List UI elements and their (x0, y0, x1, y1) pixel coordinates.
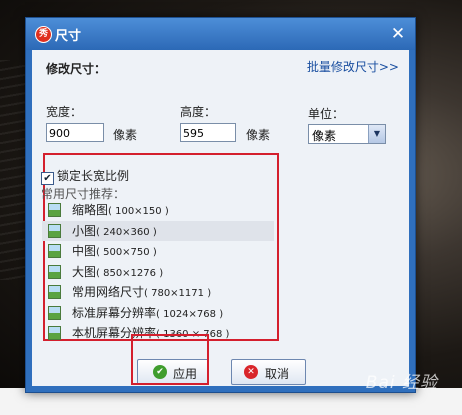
chevron-down-icon[interactable]: ▼ (368, 125, 385, 143)
width-input[interactable]: 900 (46, 123, 104, 142)
unit-select[interactable]: 像素 ▼ (308, 124, 386, 144)
image-icon (48, 203, 61, 217)
preset-item[interactable]: 小图( 240×360 ) (42, 220, 274, 241)
batch-resize-link[interactable]: 批量修改尺寸>> (307, 58, 399, 75)
preset-name: 常用网络尺寸 (72, 285, 145, 299)
image-icon (48, 285, 61, 299)
preset-name: 中图 (72, 244, 97, 258)
preset-item[interactable]: 大图( 850×1276 ) (42, 262, 274, 283)
app-logo-icon: 秀 (35, 26, 52, 43)
height-unit: 像素 (246, 128, 271, 142)
preset-name: 大图 (72, 264, 97, 279)
preset-dimensions: ( 500×750 ) (96, 247, 157, 258)
unit-label: 单位： (308, 107, 345, 121)
preset-dimensions: ( 100×150 ) (108, 206, 169, 217)
cancel-x-icon: ✕ (244, 365, 258, 379)
image-icon (48, 326, 61, 340)
lock-ratio-checkbox[interactable]: ✔ (41, 172, 54, 185)
width-label: 宽度： (46, 105, 83, 119)
preset-name: 标准屏幕分辨率 (72, 305, 157, 320)
preset-dimensions: ( 240×360 ) (96, 226, 157, 238)
image-icon (48, 264, 61, 279)
cancel-button-label: 取消 (265, 367, 290, 381)
height-input[interactable]: 595 (180, 123, 236, 142)
preset-item[interactable]: 标准屏幕分辨率( 1024×768 ) (42, 303, 274, 324)
preset-name: 小图 (72, 223, 97, 238)
close-icon[interactable]: ✕ (389, 25, 407, 43)
cancel-button[interactable]: ✕ 取消 (231, 359, 306, 385)
section-title: 修改尺寸： (46, 62, 107, 76)
preset-name: 缩略图 (72, 203, 109, 217)
lock-ratio-option[interactable]: ✔ 锁定长宽比例 (41, 167, 129, 185)
apply-highlight-box (131, 334, 209, 385)
preset-item[interactable]: 常用网络尺寸( 780×1171 ) (42, 282, 274, 303)
image-icon (48, 223, 61, 238)
preset-dimensions: ( 850×1276 ) (96, 267, 164, 279)
image-icon (48, 305, 61, 320)
preset-item[interactable]: 中图( 500×750 ) (42, 241, 274, 262)
size-dialog: 秀 尺寸 ✕ 修改尺寸： 批量修改尺寸>> 宽度： 900 像素 高度： 595… (25, 17, 416, 393)
image-icon (48, 244, 61, 258)
width-unit: 像素 (113, 128, 138, 142)
dialog-titlebar[interactable]: 秀 尺寸 ✕ (26, 18, 415, 50)
preset-list: 缩略图( 100×150 ) 小图( 240×360 ) 中图( 500×750… (42, 200, 274, 344)
lock-ratio-label: 锁定长宽比例 (57, 169, 130, 183)
watermark: Bai 经验 (365, 373, 438, 393)
dialog-content: 修改尺寸： 批量修改尺寸>> 宽度： 900 像素 高度： 595 像素 单位：… (32, 50, 409, 386)
unit-select-value: 像素 (312, 129, 337, 143)
dialog-title: 尺寸 (55, 29, 82, 44)
preset-dimensions: ( 780×1171 ) (144, 288, 212, 299)
preset-dimensions: ( 1024×768 ) (156, 308, 224, 320)
preset-item[interactable]: 缩略图( 100×150 ) (42, 200, 274, 221)
height-label: 高度： (180, 105, 217, 119)
